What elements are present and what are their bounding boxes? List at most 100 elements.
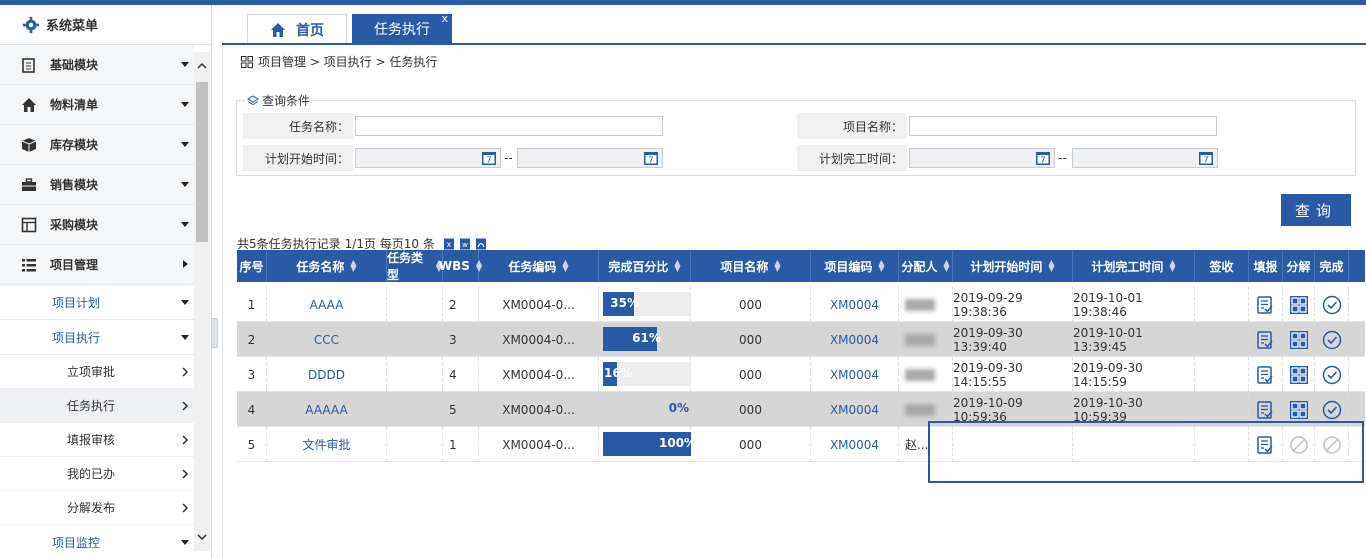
tab-home[interactable]: 首页	[247, 14, 347, 44]
sort-icon[interactable]: ▲ ▼	[774, 259, 780, 273]
sort-icon[interactable]: ▲ ▼	[878, 259, 884, 273]
fill-report-icon[interactable]	[1255, 330, 1275, 350]
table-row[interactable]: 2 CCC 3 XM0004-0... 000 XM0004 2019-09-30 13:3…	[237, 322, 1365, 357]
task-name-input[interactable]	[355, 116, 663, 136]
sort-icon[interactable]: ▲ ▼	[1048, 259, 1054, 273]
project-code-link[interactable]: XM0004	[811, 357, 899, 392]
sidebar-collapse-handle[interactable]	[211, 318, 218, 348]
scrollbar-thumb[interactable]	[196, 82, 208, 242]
query-legend-label: 查询条件	[262, 94, 311, 108]
excel-export-icon[interactable]: x	[443, 238, 455, 250]
task-type	[387, 392, 443, 427]
column-header[interactable]: 项目编码 ▲ ▼	[811, 250, 899, 282]
fill-report-icon[interactable]	[1255, 400, 1275, 420]
grid-icon	[20, 216, 38, 234]
menu-label: 物料清单	[50, 98, 99, 112]
project-name-label: 项目名称：	[797, 113, 907, 139]
complete-check-icon[interactable]	[1322, 330, 1342, 350]
task-name-link[interactable]: AAAA	[267, 287, 387, 322]
fill-report-icon[interactable]	[1255, 365, 1275, 385]
menu-basic[interactable]: 基础模块	[0, 45, 194, 85]
table-row[interactable]: 3 DDDD 4 XM0004-0... 000 XM0004 2019-09-30 14:…	[237, 357, 1365, 392]
clipboard-icon	[20, 56, 38, 74]
calendar-icon[interactable]: 7	[1035, 150, 1051, 166]
caret-down-icon	[181, 222, 189, 227]
menu-purchase[interactable]: 采购模块	[0, 205, 194, 245]
menu-sales[interactable]: 销售模块	[0, 165, 194, 205]
column-header[interactable]: 任务编码 ▲ ▼	[479, 250, 599, 282]
project-code-link[interactable]: XM0004	[811, 427, 899, 462]
sidebar-item-task-exec[interactable]: 任务执行	[0, 389, 194, 423]
decompose-icon[interactable]	[1289, 365, 1309, 385]
task-name-link[interactable]: CCC	[267, 322, 387, 357]
task-name-link[interactable]: AAAAA	[267, 392, 387, 427]
sort-icon[interactable]: ▲ ▼	[1169, 259, 1175, 273]
column-header[interactable]: 计划开始时间 ▲ ▼	[953, 250, 1073, 282]
calendar-icon[interactable]: 7	[643, 150, 659, 166]
project-code-link[interactable]: XM0004	[811, 287, 899, 322]
project-code-link[interactable]: XM0004	[811, 392, 899, 427]
task-code: XM0004-0...	[479, 392, 599, 427]
task-type	[387, 427, 443, 462]
column-header[interactable]: 完成百分比 ▲ ▼	[599, 250, 691, 282]
plan-end-to-input[interactable]: 7	[1072, 148, 1218, 168]
blurred-name	[905, 403, 935, 416]
sidebar-scrollbar[interactable]	[194, 52, 210, 551]
plan-end-from-input[interactable]: 7	[909, 148, 1055, 168]
complete-check-icon[interactable]	[1322, 365, 1342, 385]
decompose-icon[interactable]	[1289, 330, 1309, 350]
decompose-icon[interactable]	[1289, 400, 1309, 420]
sidebar-item-project-exec[interactable]: 项目执行	[0, 320, 194, 355]
menu-bom[interactable]: 物料清单	[0, 85, 194, 125]
project-name-input[interactable]	[909, 116, 1217, 136]
fill-report-icon[interactable]	[1255, 295, 1275, 315]
pdf-export-icon[interactable]	[475, 238, 487, 250]
column-header[interactable]: 项目名称 ▲ ▼	[691, 250, 811, 282]
query-button[interactable]: 查询	[1281, 194, 1351, 226]
sign-cell	[1195, 287, 1249, 322]
svg-text:7: 7	[486, 156, 491, 165]
sidebar-item-approval[interactable]: 立项审批	[0, 355, 194, 389]
progress-bar: 100%	[603, 432, 696, 456]
submenu-label: 项目执行	[52, 330, 101, 345]
column-header[interactable]: 任务名称 ▲ ▼	[267, 250, 387, 282]
column-header[interactable]: WBS ▲ ▼	[439, 250, 482, 282]
close-icon[interactable]: x	[441, 12, 448, 25]
menu-inventory[interactable]: 库存模块	[0, 125, 194, 165]
sidebar-item-project-plan[interactable]: 项目计划	[0, 285, 194, 320]
plan-end-label: 计划完工时间：	[797, 145, 907, 171]
column-header: 填报	[1249, 250, 1283, 282]
task-name-link[interactable]: DDDD	[267, 357, 387, 392]
plan-start-from-input[interactable]: 7	[355, 148, 501, 168]
sidebar-item-my-done[interactable]: 我的已办	[0, 457, 194, 491]
sidebar-item-fill-review[interactable]: 填报审核	[0, 423, 194, 457]
word-export-icon[interactable]: w	[459, 238, 471, 250]
home-icon	[20, 96, 38, 114]
sidebar-item-project-monitor[interactable]: 项目监控	[0, 525, 194, 558]
calendar-icon[interactable]: 7	[1198, 150, 1214, 166]
column-header[interactable]: 任务类型 ▲ ▼	[387, 250, 443, 282]
task-name-link[interactable]: 文件审批	[267, 427, 387, 462]
column-header[interactable]: 计划完工时间 ▲ ▼	[1073, 250, 1195, 282]
sort-icon[interactable]: ▲ ▼	[943, 259, 949, 273]
sort-icon[interactable]: ▲ ▼	[674, 259, 680, 273]
scroll-up-icon[interactable]	[196, 60, 208, 72]
tab-task-exec[interactable]: 任务执行 x	[352, 12, 452, 44]
table-row[interactable]: 1 AAAA 2 XM0004-0... 000 XM0004 2019-09-29 19:…	[237, 287, 1365, 322]
sidebar-header: 系统菜单	[0, 5, 211, 45]
complete-check-icon[interactable]	[1322, 400, 1342, 420]
menu-project[interactable]: 项目管理	[0, 245, 194, 285]
calendar-icon[interactable]: 7	[481, 150, 497, 166]
sort-icon[interactable]: ▲ ▼	[562, 259, 568, 273]
column-header[interactable]: 分配人 ▲ ▼	[899, 250, 953, 282]
wbs-value: 5	[443, 392, 479, 427]
sidebar-item-decompose-publish[interactable]: 分解发布	[0, 491, 194, 525]
project-code-link[interactable]: XM0004	[811, 322, 899, 357]
plan-start-to-input[interactable]: 7	[517, 148, 663, 168]
progress-bar: 61%	[603, 327, 691, 351]
scroll-down-icon[interactable]	[196, 531, 208, 543]
complete-check-icon[interactable]	[1322, 295, 1342, 315]
decompose-icon[interactable]	[1289, 295, 1309, 315]
sort-icon[interactable]: ▲ ▼	[350, 259, 356, 273]
row-number: 3	[237, 357, 267, 392]
